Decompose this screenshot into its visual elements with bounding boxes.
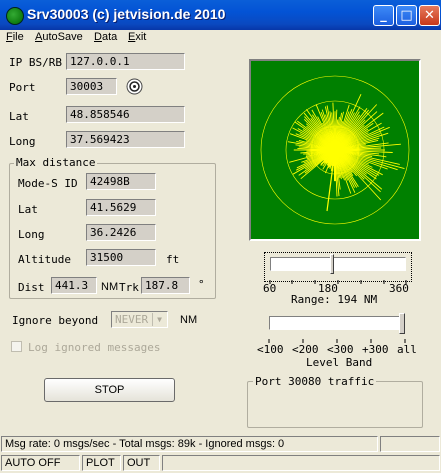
menu-file[interactable]: File [6,31,24,43]
trk-field[interactable]: 187.8 [141,277,190,294]
lat-label: Lat [9,110,29,123]
close-icon: ✕ [424,8,435,23]
menu-exit[interactable]: Exit [128,31,146,43]
maximize-icon: □ [400,8,413,23]
level-tick-300: <300 [327,343,354,356]
modes-id-field[interactable]: 42498B [86,173,156,190]
range-tick-360: 360 [389,282,409,295]
status-out: OUT [123,455,160,471]
port-label: Port [9,81,36,94]
max-lat-label: Lat [18,203,38,216]
level-tick-marks [268,334,408,343]
menu-autosave-label: utoSave [42,31,83,43]
connect-toggle-icon[interactable] [126,78,143,95]
menu-data-label: ata [101,31,118,43]
menu-exit-label: xit [135,31,147,43]
trk-unit: ° [198,278,205,291]
app-window: Srv30003 (c) jetvision.de 2010 _ □ ✕ Fil… [0,0,441,473]
menu-file-mnemonic: F [6,31,13,43]
radar-coverage-plot [260,75,410,225]
minimize-icon: _ [380,8,387,23]
range-slider-thumb[interactable] [330,254,334,274]
menu-bar: File AutoSave Data Exit [0,30,441,48]
altitude-label: Altitude [18,253,71,266]
ignore-beyond-value: NEVER [115,313,149,326]
status-extra-panel [380,436,440,452]
altitude-field[interactable]: 31500 [86,249,156,266]
stop-button[interactable]: STOP [44,378,175,402]
ignore-beyond-select[interactable]: NEVER ▼ [111,311,168,328]
range-label: Range: 194 NM [291,293,378,306]
status-auto: AUTO OFF [1,455,80,471]
maximize-button[interactable]: □ [396,5,417,26]
level-tick-all: all [397,343,417,356]
port-traffic-group [247,381,423,428]
modes-id-label: Mode-S ID [18,177,78,190]
status-plot: PLOT [82,455,121,471]
dist-label: Dist [18,281,45,294]
close-button[interactable]: ✕ [419,5,440,26]
level-tick-above-300: +300 [362,343,389,356]
ignore-beyond-label: Ignore beyond [12,314,99,327]
status-message: Msg rate: 0 msgs/sec - Total msgs: 89k -… [1,436,378,452]
level-tick-100: <100 [257,343,284,356]
radar-display[interactable] [249,59,421,241]
level-band-label: Level Band [306,356,373,369]
ignore-unit: NM [180,314,198,326]
altitude-unit: ft [166,253,180,266]
range-tick-marks [269,275,407,284]
port-field[interactable]: 30003 [66,78,117,95]
menu-autosave[interactable]: AutoSave [35,31,83,43]
max-distance-title: Max distance [14,156,98,169]
long-label: Long [9,135,36,148]
log-ignored-label: Log ignored messages [28,341,161,354]
menu-file-label: ile [12,31,24,43]
dist-unit: NM [101,281,119,293]
long-field[interactable]: 37.569423 [66,131,185,148]
lat-field[interactable]: 48.858546 [66,106,185,123]
level-tick-200: <200 [292,343,319,356]
window-title: Srv30003 (c) jetvision.de 2010 [27,6,226,22]
ip-field[interactable]: 127.0.0.1 [66,53,185,70]
max-long-label: Long [18,228,45,241]
range-slider-track [270,257,406,271]
status-area: Msg rate: 0 msgs/sec - Total msgs: 89k -… [0,436,441,473]
menu-data-mnemonic: D [94,31,102,43]
title-bar[interactable]: Srv30003 (c) jetvision.de 2010 _ □ ✕ [0,0,441,30]
log-ignored-checkbox[interactable] [11,341,22,352]
max-long-field[interactable]: 36.2426 [86,224,156,241]
dist-field[interactable]: 441.3 [51,277,97,294]
trk-label: Trk [119,281,139,294]
max-lat-field[interactable]: 41.5629 [86,199,156,216]
level-band-track[interactable] [269,316,403,330]
range-tick-60: 60 [263,282,277,295]
port-traffic-title: Port 30080 traffic [253,375,377,388]
ip-label: IP BS/RB [9,56,62,69]
minimize-button[interactable]: _ [373,5,394,26]
level-band-thumb[interactable] [399,313,405,334]
status-spare-panel [162,455,440,471]
menu-data[interactable]: Data [94,31,117,43]
radar-app-icon[interactable] [6,7,24,25]
chevron-down-icon: ▼ [152,313,166,326]
range-slider[interactable] [264,252,412,284]
